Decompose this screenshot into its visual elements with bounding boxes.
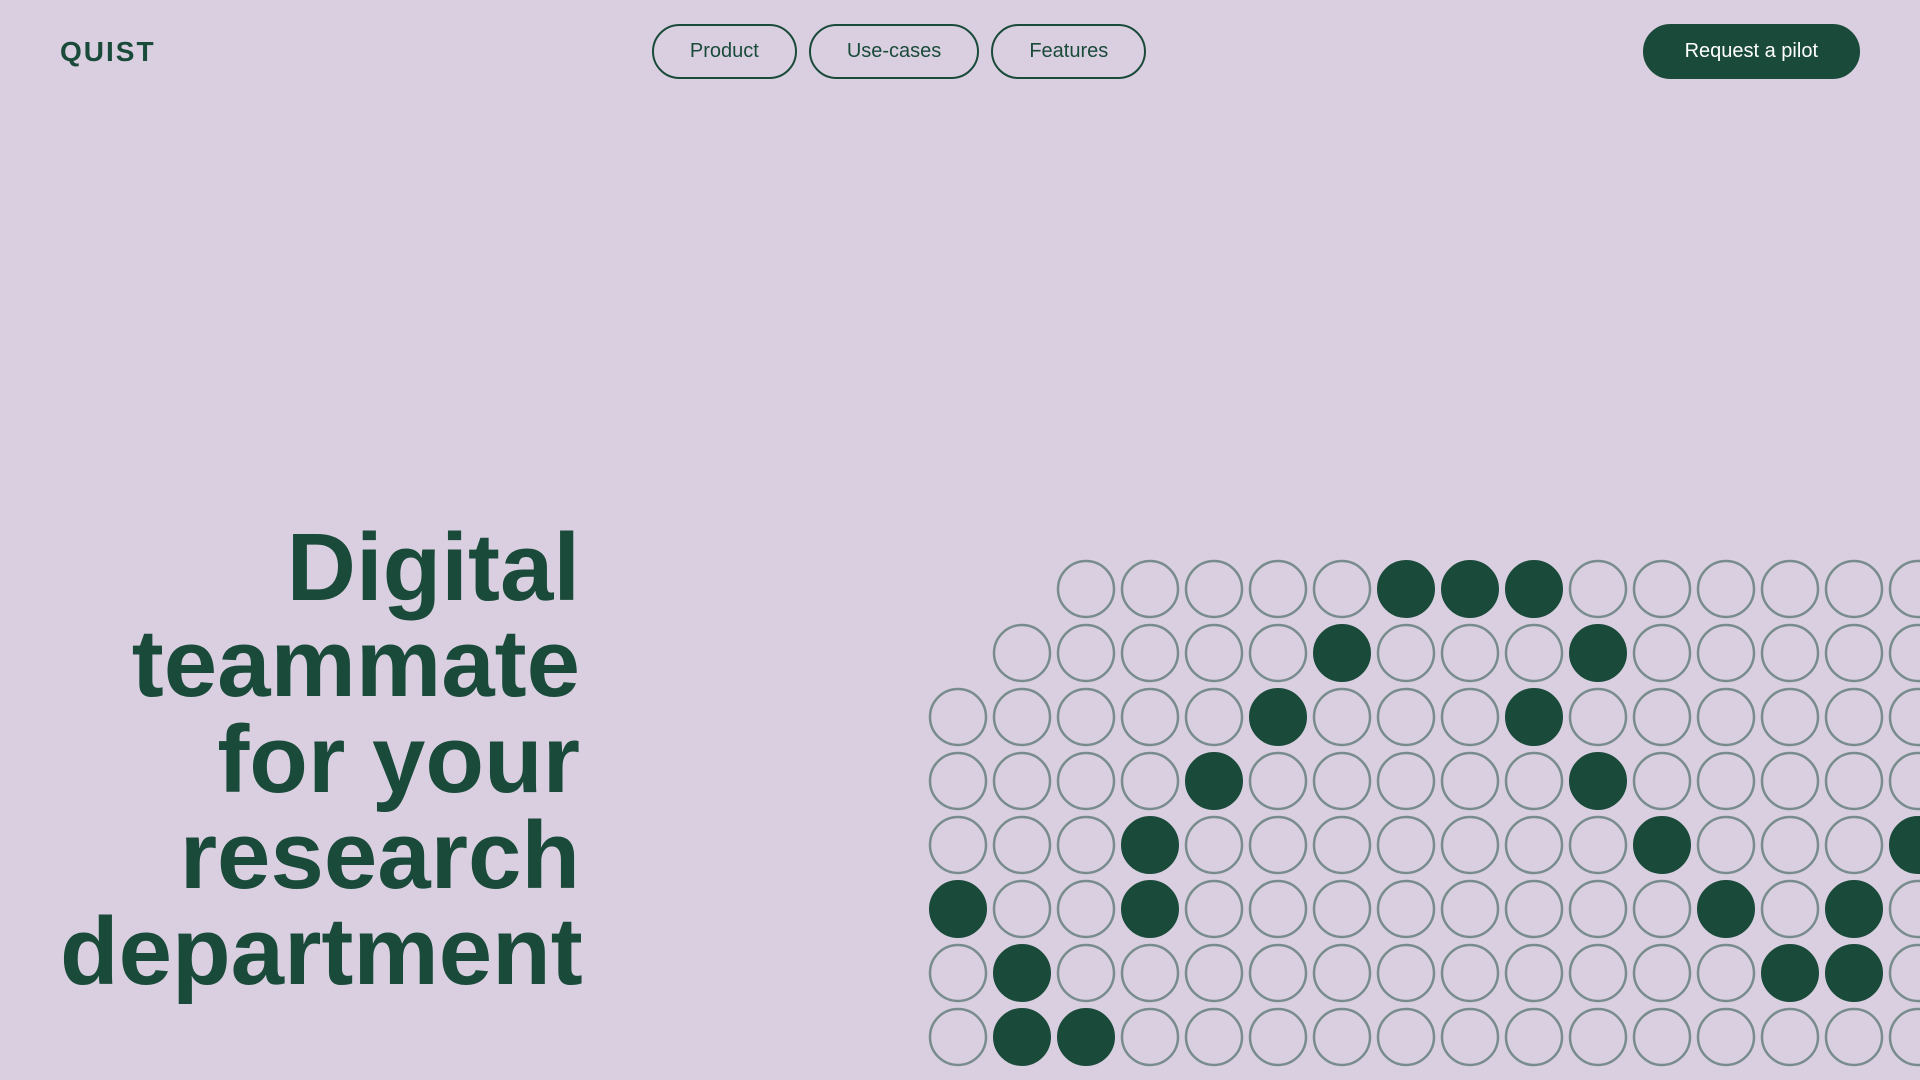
navbar: QUIST Product Use-cases Features Request… [0, 0, 1920, 103]
logo: QUIST [60, 36, 156, 68]
nav-product-button[interactable]: Product [652, 24, 797, 79]
nav-use-cases-button[interactable]: Use-cases [809, 24, 979, 79]
dot-grid [920, 495, 1920, 1080]
hero-headline: Digital teammate for your research depar… [60, 520, 580, 1000]
nav-center: Product Use-cases Features [652, 24, 1146, 79]
request-pilot-button[interactable]: Request a pilot [1643, 24, 1860, 79]
nav-features-button[interactable]: Features [991, 24, 1146, 79]
hero-section: Digital teammate for your research depar… [60, 520, 580, 1000]
